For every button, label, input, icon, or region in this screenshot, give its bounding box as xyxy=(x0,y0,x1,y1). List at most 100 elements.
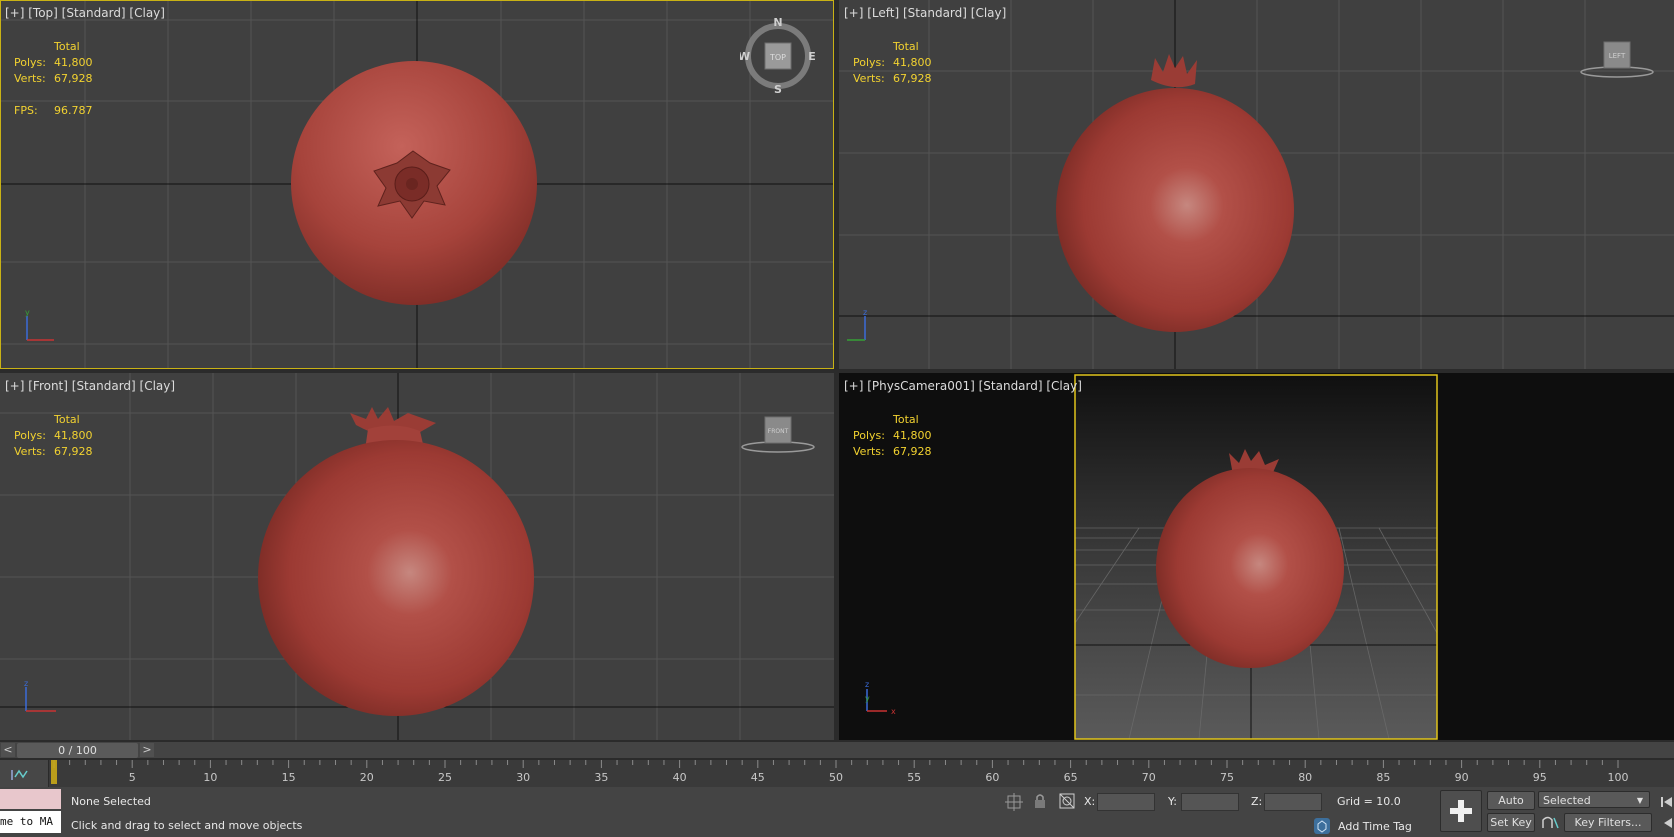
timeline-tick-label: 25 xyxy=(438,771,452,784)
stats-verts-value: 67,928 xyxy=(54,72,93,85)
svg-text:y: y xyxy=(865,694,870,703)
viewport-top[interactable]: [+] [Top] [Standard] [Clay] Total Polys:… xyxy=(0,0,834,369)
pomegranate-camera[interactable] xyxy=(1156,468,1344,668)
track-bar[interactable]: 5 10 15 20 25 30 35 40 45 50 55 60 65 70 75 80 85 90 95 100 xyxy=(0,760,1674,787)
timeline-tick-label: 90 xyxy=(1455,771,1469,784)
set-key-button[interactable]: Set Key xyxy=(1487,813,1535,832)
viewport-stats-left: Total Polys: 41,800 Verts: 67,928 xyxy=(853,40,932,85)
viewport-camera[interactable]: [+] [PhysCamera001] [Standard] [Clay] To… xyxy=(839,373,1674,740)
camera-viewport-scene xyxy=(1074,374,1438,740)
viewport-label-top[interactable]: [+] [Top] [Standard] [Clay] xyxy=(5,6,165,20)
stats-total-label: Total xyxy=(54,40,80,53)
chevron-down-icon: ▼ xyxy=(1636,796,1643,805)
set-key-big-button[interactable] xyxy=(1440,790,1482,832)
timeline-tick-label: 5 xyxy=(129,771,136,784)
timeline-tick-label: 60 xyxy=(985,771,999,784)
timeline-tick-label: 40 xyxy=(673,771,687,784)
grid-size: Grid = 10.0 xyxy=(1337,795,1401,808)
stats-verts-label: Verts: xyxy=(14,72,46,85)
coord-z-label: Z: xyxy=(1251,795,1263,808)
isolate-selection-icon[interactable] xyxy=(1005,793,1023,811)
timeline-tick-label: 65 xyxy=(1064,771,1078,784)
coord-x-label: X: xyxy=(1084,795,1096,808)
svg-text:z: z xyxy=(865,680,869,689)
add-time-tag-icon[interactable] xyxy=(1313,817,1331,835)
viewport-left[interactable]: [+] [Left] [Standard] [Clay] Total Polys… xyxy=(839,0,1674,369)
selection-lock-icon[interactable] xyxy=(1032,792,1048,810)
pomegranate-crown-left xyxy=(1151,54,1197,88)
key-mode-icon[interactable] xyxy=(1540,814,1560,831)
timeline-tick-label: 95 xyxy=(1533,771,1547,784)
viewcube-label-left: LEFT xyxy=(1609,52,1626,60)
axis-tripod-left: z xyxy=(847,308,867,341)
timeline-tick-label: 15 xyxy=(282,771,296,784)
stats-fps-value: 96.787 xyxy=(54,104,93,117)
pomegranate-left[interactable] xyxy=(1056,88,1294,332)
viewport-stats-top: Total Polys: 41,800 Verts: 67,928 FPS: 96.7… xyxy=(14,39,93,119)
go-to-start-icon[interactable] xyxy=(1660,795,1674,809)
time-slider-next[interactable]: > xyxy=(140,743,154,757)
previous-frame-icon[interactable] xyxy=(1660,816,1674,830)
pomegranate-front[interactable] xyxy=(258,440,534,716)
timeline-tick-label: 85 xyxy=(1376,771,1390,784)
timeline-ruler[interactable]: 5 10 15 20 25 30 35 40 45 50 55 60 65 70 75 80 85 90 95 100 xyxy=(48,760,1674,787)
axis-tripod-top: y xyxy=(25,308,54,341)
viewcube-left[interactable]: LEFT xyxy=(1579,38,1659,82)
compass-west: W xyxy=(740,50,750,63)
time-slider-prev[interactable]: < xyxy=(1,743,15,757)
compass-south: S xyxy=(774,83,782,96)
curve-editor-toggle[interactable] xyxy=(0,760,49,787)
coord-y-field[interactable] xyxy=(1181,793,1239,811)
svg-text:y: y xyxy=(25,308,30,317)
viewcube-front[interactable]: FRONT xyxy=(740,413,820,457)
viewcube-label-top: TOP xyxy=(769,53,786,62)
timeline-tick-label: 20 xyxy=(360,771,374,784)
auto-key-button[interactable]: Auto Key xyxy=(1487,791,1535,824)
timeline-tick-label: 70 xyxy=(1142,771,1156,784)
viewport-stats-front: Total Polys: 41,800 Verts: 67,928 xyxy=(14,413,93,458)
viewcube-label-front: FRONT xyxy=(768,428,789,435)
coord-x-field[interactable] xyxy=(1097,793,1155,811)
axis-tripod-front: z xyxy=(24,679,56,712)
selection-status: None Selected xyxy=(71,795,151,808)
current-frame-marker[interactable] xyxy=(51,760,57,784)
timeline-tick-label: 10 xyxy=(203,771,217,784)
viewport-label-front[interactable]: [+] [Front] [Standard] [Clay] xyxy=(5,379,175,393)
viewport-front[interactable]: [+] [Front] [Standard] [Clay] Total Poly… xyxy=(0,373,834,740)
compass-north: N xyxy=(773,18,782,29)
timeline-tick-label: 45 xyxy=(751,771,765,784)
prompt-line: Click and drag to select and move object… xyxy=(71,819,303,832)
viewport-stats-camera: Total Polys: 41,800 Verts: 67,928 xyxy=(853,413,932,458)
timeline-tick-label: 55 xyxy=(907,771,921,784)
timeline-tick-label: 50 xyxy=(829,771,843,784)
absolute-mode-icon[interactable] xyxy=(1058,792,1076,810)
stats-fps-label: FPS: xyxy=(14,104,38,117)
time-slider-track[interactable] xyxy=(0,742,1674,758)
timeline-tick-label: 75 xyxy=(1220,771,1234,784)
viewport-label-camera[interactable]: [+] [PhysCamera001] [Standard] [Clay] xyxy=(844,379,1082,393)
svg-text:x: x xyxy=(891,707,896,716)
coord-z-field[interactable] xyxy=(1264,793,1322,811)
compass-east: E xyxy=(808,50,816,63)
coord-y-label: Y: xyxy=(1168,795,1177,808)
maxscript-listener-top[interactable] xyxy=(0,789,61,809)
timeline-tick-label: 30 xyxy=(516,771,530,784)
svg-text:z: z xyxy=(24,679,28,688)
front-viewport-scene xyxy=(0,373,834,740)
key-set-dropdown-value: Selected xyxy=(1543,794,1591,807)
viewport-label-left[interactable]: [+] [Left] [Standard] [Clay] xyxy=(844,6,1006,20)
timeline-tick-label: 35 xyxy=(594,771,608,784)
curve-editor-icon xyxy=(11,769,28,780)
key-set-dropdown[interactable]: Selected ▼ xyxy=(1538,791,1650,808)
stats-polys-label: Polys: xyxy=(14,56,46,69)
viewcube-compass-top[interactable]: TOP N S E W xyxy=(740,18,820,98)
timeline-tick-label: 80 xyxy=(1298,771,1312,784)
maxscript-listener-input[interactable]: me to MA xyxy=(0,811,61,833)
key-filters-button[interactable]: Key Filters... xyxy=(1564,813,1652,832)
left-viewport-scene xyxy=(839,0,1674,369)
add-time-tag[interactable]: Add Time Tag xyxy=(1338,820,1412,833)
timeline-tick-label: 100 xyxy=(1608,771,1629,784)
key-plus-icon xyxy=(1450,800,1472,822)
time-slider-thumb[interactable]: 0 / 100 xyxy=(17,743,138,758)
stats-polys-value: 41,800 xyxy=(54,56,93,69)
